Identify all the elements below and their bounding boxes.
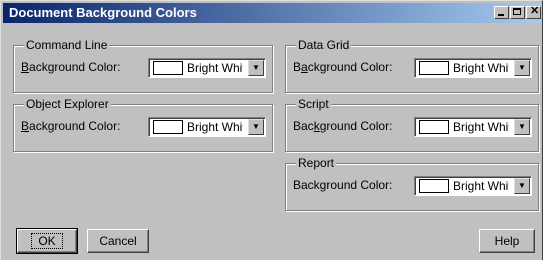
group-title-command-line: Command Line (24, 38, 110, 52)
group-title-object-explorer: Object Explorer (24, 97, 111, 111)
title-bar[interactable]: Document Background Colors ✕ (3, 3, 542, 23)
group-script: Script Background Color: Bright White ▼ (285, 97, 539, 152)
ok-button[interactable]: OK (16, 228, 78, 254)
close-icon: ✕ (530, 5, 540, 17)
command-line-color-select[interactable]: Bright White ▼ (148, 58, 266, 78)
data-grid-color-select[interactable]: Bright White ▼ (414, 58, 532, 78)
report-color-select[interactable]: Bright White ▼ (414, 176, 532, 196)
minimize-button[interactable] (494, 6, 509, 19)
close-button[interactable]: ✕ (526, 5, 541, 19)
color-value: Bright White (453, 120, 509, 134)
color-swatch (153, 120, 183, 134)
maximize-button[interactable] (510, 6, 525, 19)
color-swatch (153, 61, 183, 75)
background-color-label: Background Color: (21, 60, 121, 74)
chevron-down-icon[interactable]: ▼ (248, 119, 264, 135)
background-color-label: Background Color: (293, 178, 393, 192)
maximize-icon (513, 8, 521, 15)
background-color-label: Background Color: (293, 60, 393, 74)
window-title: Document Background Colors (9, 5, 197, 20)
chevron-down-icon[interactable]: ▼ (514, 60, 530, 76)
color-value: Bright White (453, 61, 509, 75)
color-swatch (419, 61, 449, 75)
group-report: Report Background Color: Bright White ▼ (285, 156, 539, 211)
color-value: Bright White (187, 120, 243, 134)
group-title-data-grid: Data Grid (296, 38, 352, 52)
color-swatch (419, 179, 449, 193)
background-color-label: Background Color: (21, 119, 121, 133)
script-color-select[interactable]: Bright White ▼ (414, 117, 532, 137)
group-data-grid: Data Grid Background Color: Bright White… (285, 38, 539, 93)
background-color-label: Background Color: (293, 119, 393, 133)
group-title-script: Script (296, 97, 331, 111)
object-explorer-color-select[interactable]: Bright White ▼ (148, 117, 266, 137)
color-value: Bright White (453, 179, 509, 193)
group-object-explorer: Object Explorer Background Color: Bright… (13, 97, 273, 152)
group-command-line: Command Line Background Color: Bright Wh… (13, 38, 273, 93)
group-title-report: Report (296, 156, 337, 170)
chevron-down-icon[interactable]: ▼ (248, 60, 264, 76)
color-swatch (419, 120, 449, 134)
minimize-icon (498, 14, 504, 16)
dialog-window: Document Background Colors ✕ Command Lin… (0, 0, 543, 260)
chevron-down-icon[interactable]: ▼ (514, 119, 530, 135)
color-value: Bright White (187, 61, 243, 75)
chevron-down-icon[interactable]: ▼ (514, 178, 530, 194)
help-button[interactable]: Help (479, 229, 535, 253)
cancel-button[interactable]: Cancel (87, 229, 149, 253)
